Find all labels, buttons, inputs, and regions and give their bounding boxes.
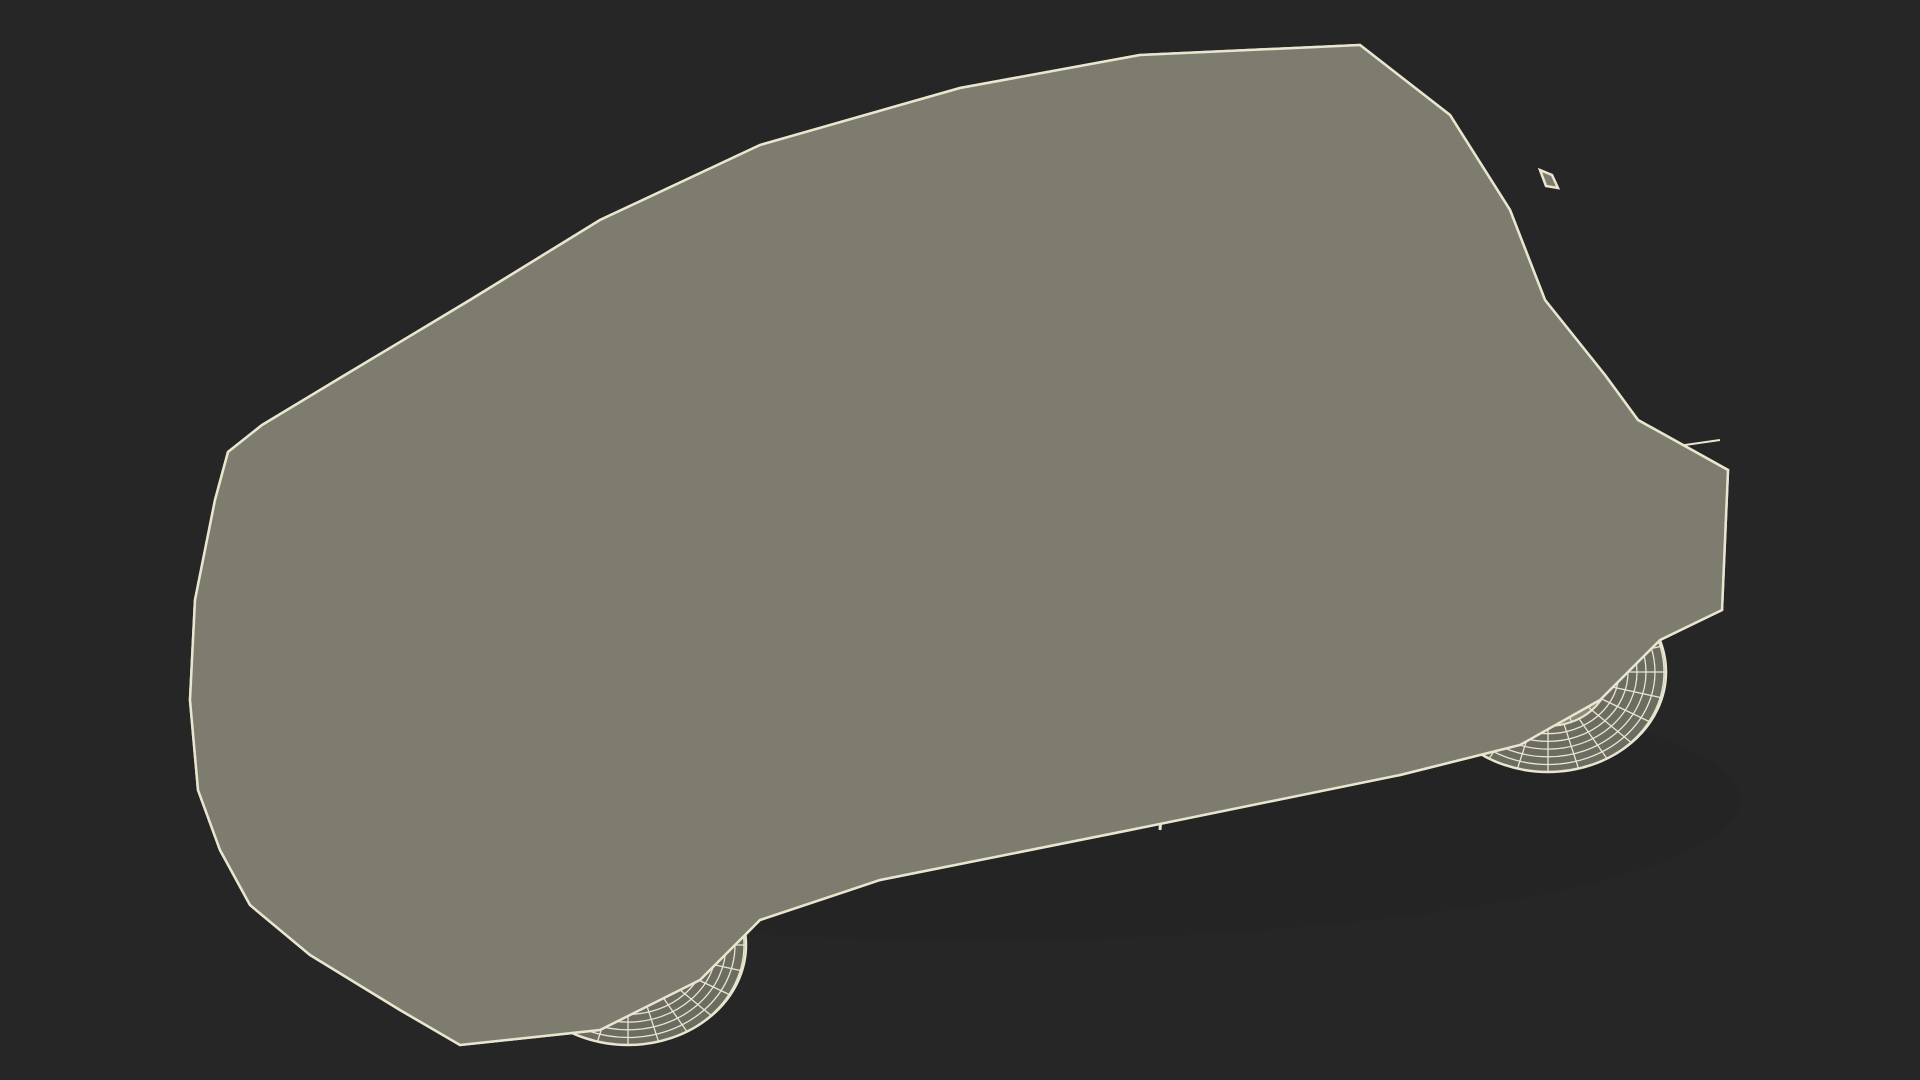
render-viewport: [0, 0, 1920, 1080]
car-wireframe-scene: [188, 43, 1740, 1047]
